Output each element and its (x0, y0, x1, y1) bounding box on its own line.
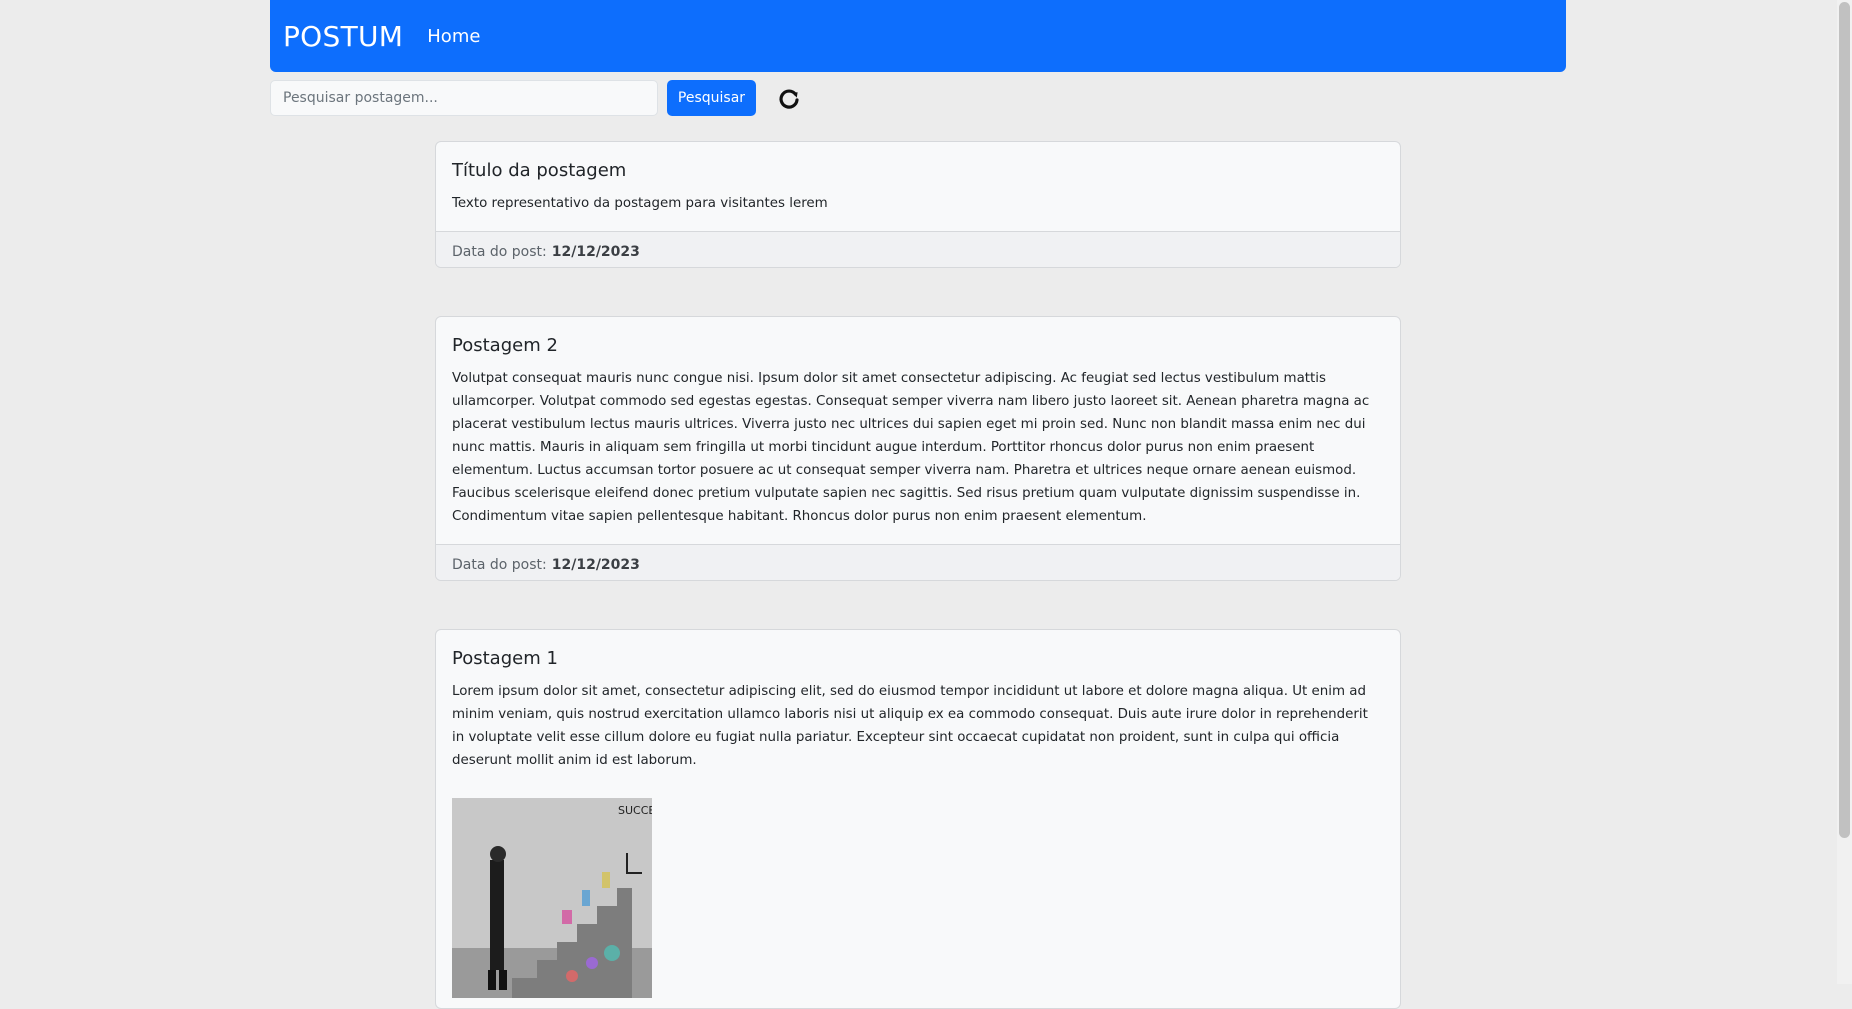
search-button[interactable]: Pesquisar (667, 80, 756, 116)
navbar: POSTUM Home (270, 0, 1566, 72)
post-body: Postagem 2 Volutpat consequat mauris nun… (436, 317, 1400, 544)
post-date: 12/12/2023 (551, 556, 640, 573)
post-image-caption: SUCCESS (618, 804, 652, 817)
post-text: Texto representativo da postagem para vi… (452, 196, 828, 211)
post-card: Postagem 2 Volutpat consequat mauris nun… (435, 316, 1401, 581)
post-card: Título da postagem Texto representativo … (435, 141, 1401, 268)
post-text: Volutpat consequat mauris nunc congue ni… (452, 371, 1370, 524)
post-date-label: Data do post: (452, 243, 547, 260)
post-body: Título da postagem Texto representativo … (436, 142, 1400, 231)
scrollbar-thumb[interactable] (1839, 2, 1850, 838)
nav-home-link[interactable]: Home (427, 26, 480, 47)
post-title: Postagem 2 (452, 335, 558, 356)
post-footer: Data do post: 12/12/2023 (436, 544, 1400, 580)
post-date-label: Data do post: (452, 556, 547, 573)
brand-logo[interactable]: POSTUM (283, 20, 403, 53)
post-title: Título da postagem (452, 160, 627, 181)
post-title: Postagem 1 (452, 648, 558, 669)
search-input[interactable] (270, 80, 658, 116)
post-date: 12/12/2023 (551, 243, 640, 260)
post-footer: Data do post: 12/12/2023 (436, 231, 1400, 267)
post-body: Postagem 1 Lorem ipsum dolor sit amet, c… (436, 630, 1400, 1008)
post-text: Lorem ipsum dolor sit amet, consectetur … (452, 684, 1368, 768)
post-image: SUCCESS (452, 798, 652, 998)
post-card: Postagem 1 Lorem ipsum dolor sit amet, c… (435, 629, 1401, 1009)
refresh-icon[interactable] (777, 88, 801, 112)
post-image-illustration: SUCCESS (452, 798, 652, 998)
page-scrollbar[interactable] (1837, 0, 1852, 984)
